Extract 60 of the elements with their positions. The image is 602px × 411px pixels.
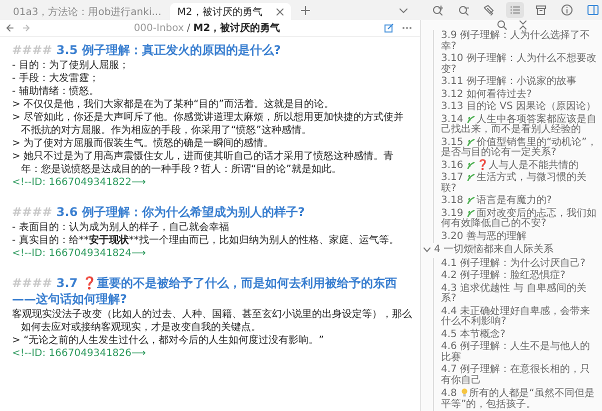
tab[interactable]: M2，被讨厌的勇气 [170,3,292,20]
outline-item[interactable]: 3.10 例子理解：人为什么不想要改变? [441,53,600,76]
text-line: > “无论之前的人生发生过什么，都对今后的人生如何度过没有影响。” [12,334,325,347]
outline-item[interactable]: 3.13 目的论 VS 因果论（原因论） [441,101,600,114]
plus-icon[interactable] [301,6,310,15]
text-line: - 目的：为了使别人屈服； [12,59,130,72]
outline-item[interactable]: 4.1 例子理解：为什么讨厌自己? [441,258,600,270]
text-line: - 真实目的：给**安于现状**找一个理由而已，比如归纳为别人的性格、家庭、运气等。 [12,234,400,247]
text-line: - 表面目的：认为成为别人的样子，自己就会幸福 [12,221,230,234]
breadcrumb-folder[interactable]: 000-Inbox [134,23,184,34]
outline-item[interactable]: 4.5 本节概念? [441,328,600,341]
section-heading: #### 3.7 ❓重要的不是被给予了什么，而是如何去利用被给予的东西——这句话如何理解? [12,275,398,307]
text-line: > 不仅仅是他，我们大家都是在为了某种“目的”而活着。这就是目的论。 [12,98,335,111]
id-comment: <!--ID: 1667049341824⟶ [12,247,147,261]
section-heading: #### 3.5 例子理解：真正发火的原因的是什么? [12,42,282,58]
chevron-down-icon[interactable] [423,247,431,254]
close-icon[interactable] [276,8,284,16]
edit-icon[interactable] [384,23,394,33]
back-arrow-icon[interactable] [6,24,14,32]
sprout-icon [467,114,476,122]
outline-item[interactable]: 3.15 价值型销售里的“动机论”，是否与目的论有一定关系? [441,136,600,160]
outline-item[interactable]: 4.2 例子理解：脸红恐惧症? [441,270,600,282]
search-icon[interactable] [496,20,506,30]
outline-item[interactable]: 3.9 例子理解：人为什么选择了不幸? [441,30,600,53]
tab[interactable]: 01a3，方法论：用ob进行anki... [6,3,168,20]
outline-item[interactable]: 3.14 人生中各项答案都应该是自己找出来，而不是看别人经验的 [441,114,600,136]
outline-item[interactable]: 4.7 例子理解：在意很长相的，只有你自己 [441,364,600,387]
outline-item[interactable]: 4.4 未正确处理好自卑感，会带来什么不利影响? [441,306,600,328]
list-icon[interactable] [506,2,524,18]
chevron-down-icon[interactable] [399,8,408,14]
outline-item[interactable]: 4.8 所有的人都是“虽然不同但是平等”的，包括孩子。 [441,387,600,411]
outline-item[interactable]: 3.20 善与恶的理解 [441,230,600,243]
sprout-icon [467,208,476,216]
breadcrumb-separator: / [186,23,190,34]
outline-item[interactable]: 3.17 生活方式，与微习惯的关联? [441,172,600,195]
outline-item[interactable]: 4.6 例子理解：人生不是与他人的比赛 [441,341,600,364]
text-line: 客观现实没法子改变（比如人的过去、人种、国籍、甚至玄幻小说里的出身设定等），那么如何去应对或接纳客观现实，才是改变自我的关键点。 [12,308,412,334]
outline-item[interactable]: 3.12 如何看待过去? [441,88,600,101]
text-line: > 尽管如此，你还是大声呵斥了他。你感觉讲道理太麻烦，所以想用更加快捷的方式使并不抵抗的对方屈服。作为相应的手段，你采用了“愤怒”这种感情。 [12,111,405,137]
collapse-icon[interactable] [518,20,526,30]
outline-item[interactable]: 3.16 ❓人与人是不能共情的 [441,160,600,172]
lightbulb-icon [461,388,468,397]
outline-item[interactable]: 3.18 语言是有魔力的? [441,195,600,208]
id-comment: <!--ID: 1667049341822⟶ [12,176,147,190]
outline-item[interactable]: 4 一切烦恼都来自人际关系 [423,243,600,258]
outline-item[interactable]: 3.19 面对改变后的忐忑，我们如何有效降低自己的不安? [441,208,600,230]
sprout-icon [467,196,476,204]
sprout-icon [467,160,476,168]
sprout-icon [467,138,476,146]
id-comment: <!--ID: 1667049341826⟶ [12,347,147,361]
outline-item[interactable]: 4.3 追求优越性 与 自卑感间的关系? [441,282,600,306]
text-line: > 她只不过是为了用高声震慑住女儿，进而使其听自己的话才采用了愤怒这种感情。青年：您是说愤怒是达成目的的一种手段？哲人：所谓“目的论”就是如此。 [12,150,395,176]
text-line: - 辅助情绪：愤怒。 [12,85,100,98]
more-icon[interactable] [402,26,412,30]
breadcrumb-file: M2，被讨厌的勇气 [193,23,280,34]
text-line: - 手段：大发雷霆； [12,72,100,85]
outline-item[interactable]: 3.11 例子理解：小说家的故事 [441,76,600,88]
text-line: > 为了使对方屈服而假装生气。愤怒的确是一瞬间的感情。 [12,137,275,150]
section-heading: #### 3.6 例子理解：你为什么希望成为别人的样子? [12,204,306,220]
sprout-icon [467,173,476,181]
